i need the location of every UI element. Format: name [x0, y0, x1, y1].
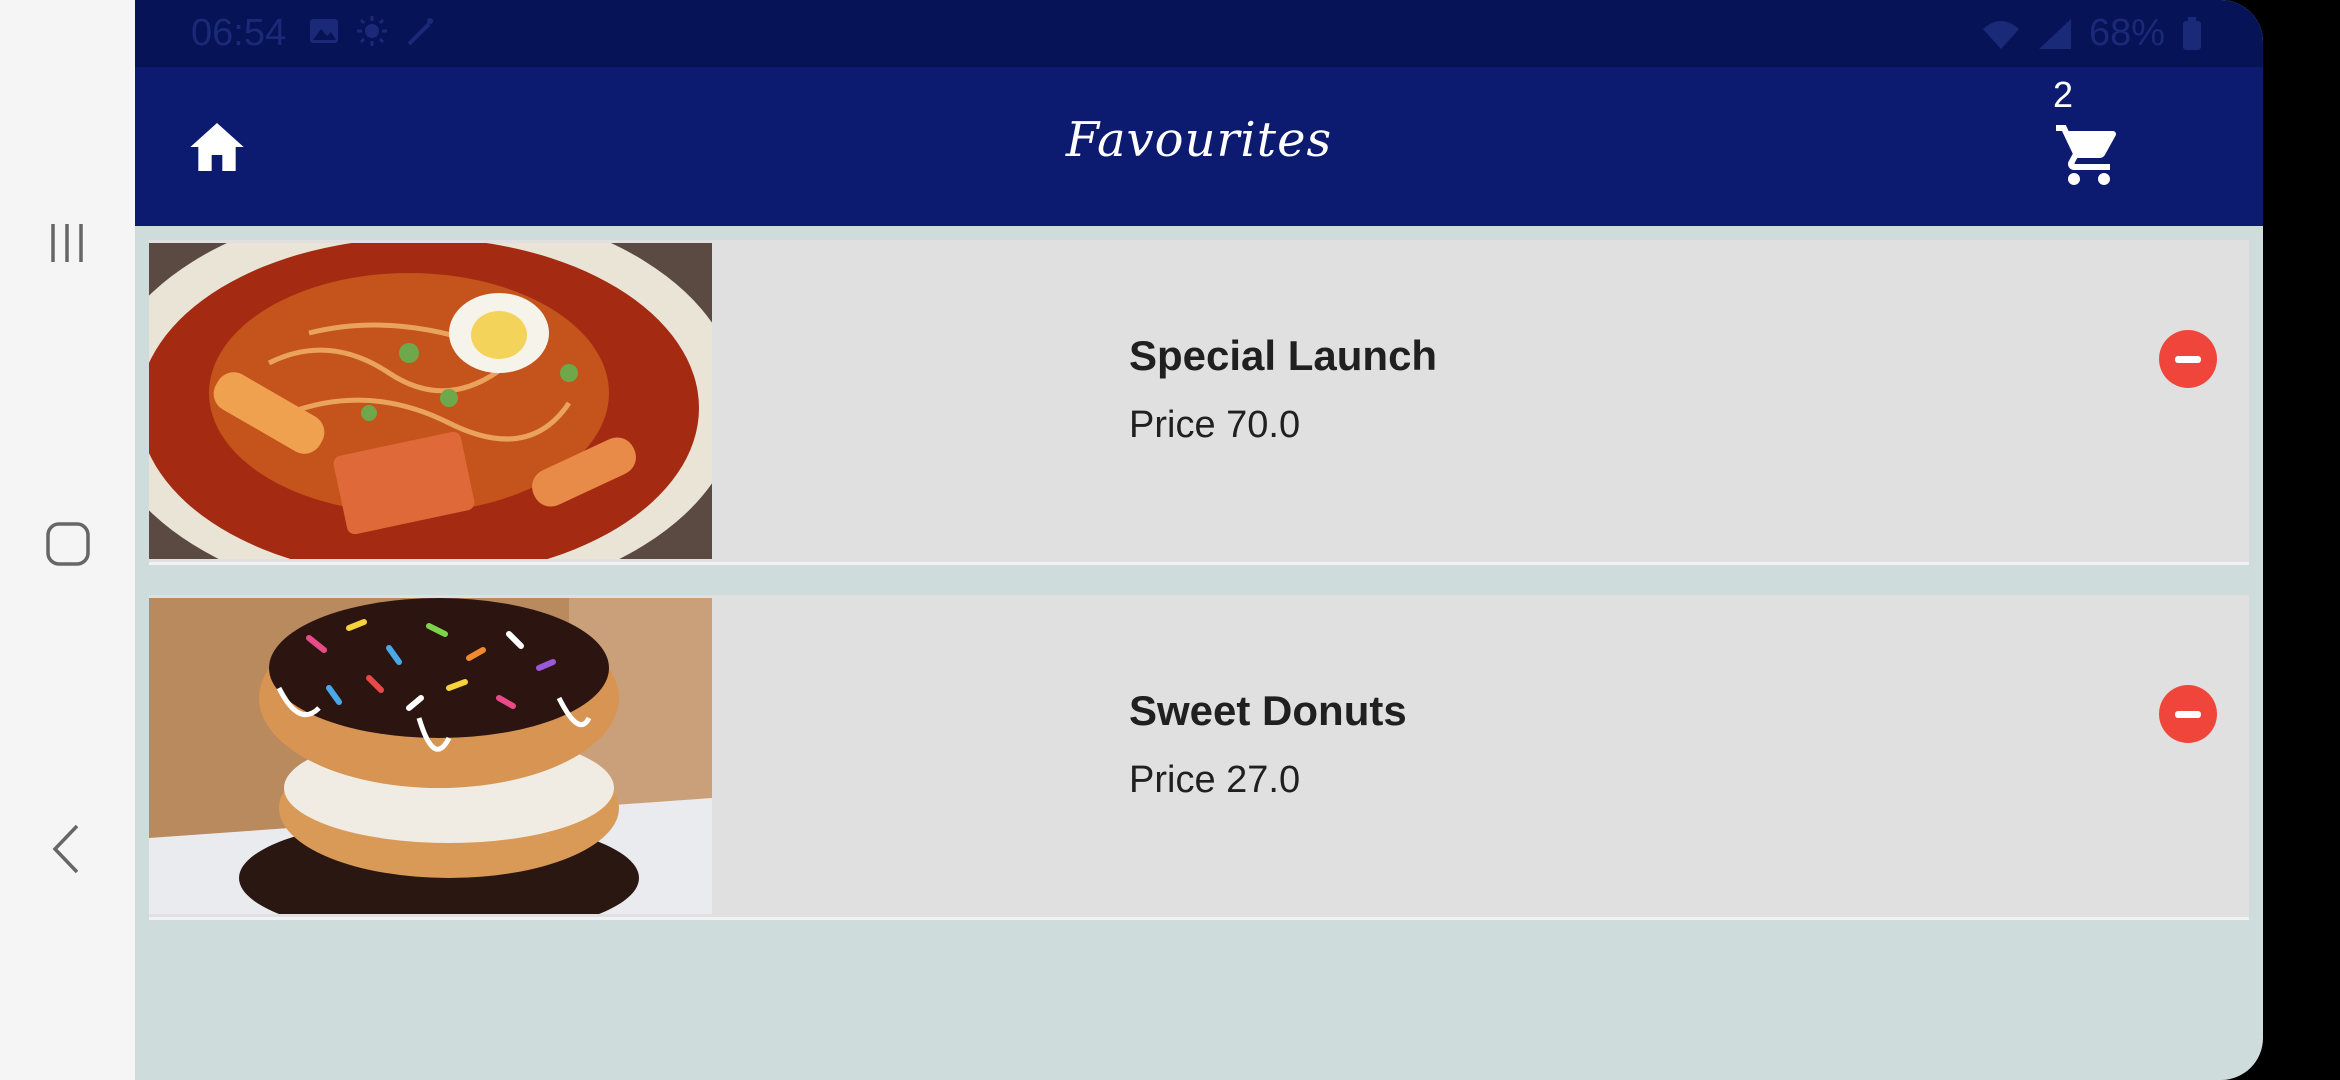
status-bar: 06:54 68% — [135, 0, 2263, 67]
item-name: Special Launch — [1129, 332, 1438, 379]
cart-button[interactable]: 2 — [2053, 69, 2153, 199]
app-bar: Favourites 2 — [135, 67, 2263, 226]
image-icon — [310, 19, 338, 43]
wand-icon — [407, 18, 433, 46]
cart-count-badge: 2 — [2053, 74, 2074, 115]
favourites-list: Special Launch Price 70.0 Sweet Donuts P… — [149, 240, 2249, 950]
food-image — [149, 598, 712, 914]
signal-icon — [2038, 18, 2071, 49]
wifi-icon — [1982, 20, 2019, 49]
status-icons — [307, 14, 437, 48]
item-price: Price 27.0 — [1129, 759, 1301, 801]
recents-icon — [50, 224, 83, 262]
back-icon — [52, 824, 78, 874]
list-item[interactable]: Special Launch Price 70.0 — [149, 240, 2249, 565]
battery-percent: 68% — [2088, 12, 2165, 54]
spicy-noodle-dish-photo — [149, 243, 712, 559]
page-title: Favourites — [1065, 112, 1333, 168]
list-item[interactable]: Sweet Donuts Price 27.0 — [149, 595, 2249, 920]
sprinkled-donuts-photo — [149, 598, 712, 914]
remove-button[interactable] — [2159, 685, 2217, 743]
cart-icon — [2056, 125, 2117, 185]
recents-button[interactable] — [0, 193, 135, 293]
home-circle-icon — [45, 522, 90, 566]
item-name: Sweet Donuts — [1129, 687, 1407, 734]
brightness-icon — [357, 16, 387, 46]
battery-icon — [2183, 16, 2201, 50]
food-image — [149, 243, 712, 559]
app-screen: 06:54 68% Favourites 2 Special Launch Pr… — [135, 0, 2263, 1080]
item-price: Price 70.0 — [1129, 404, 1301, 446]
system-nav-bar — [0, 0, 135, 1080]
remove-button[interactable] — [2159, 330, 2217, 388]
back-button[interactable] — [0, 799, 135, 899]
status-time: 06:54 — [191, 12, 287, 54]
system-home-button[interactable] — [0, 494, 135, 594]
status-right: 68% — [1981, 12, 2203, 55]
